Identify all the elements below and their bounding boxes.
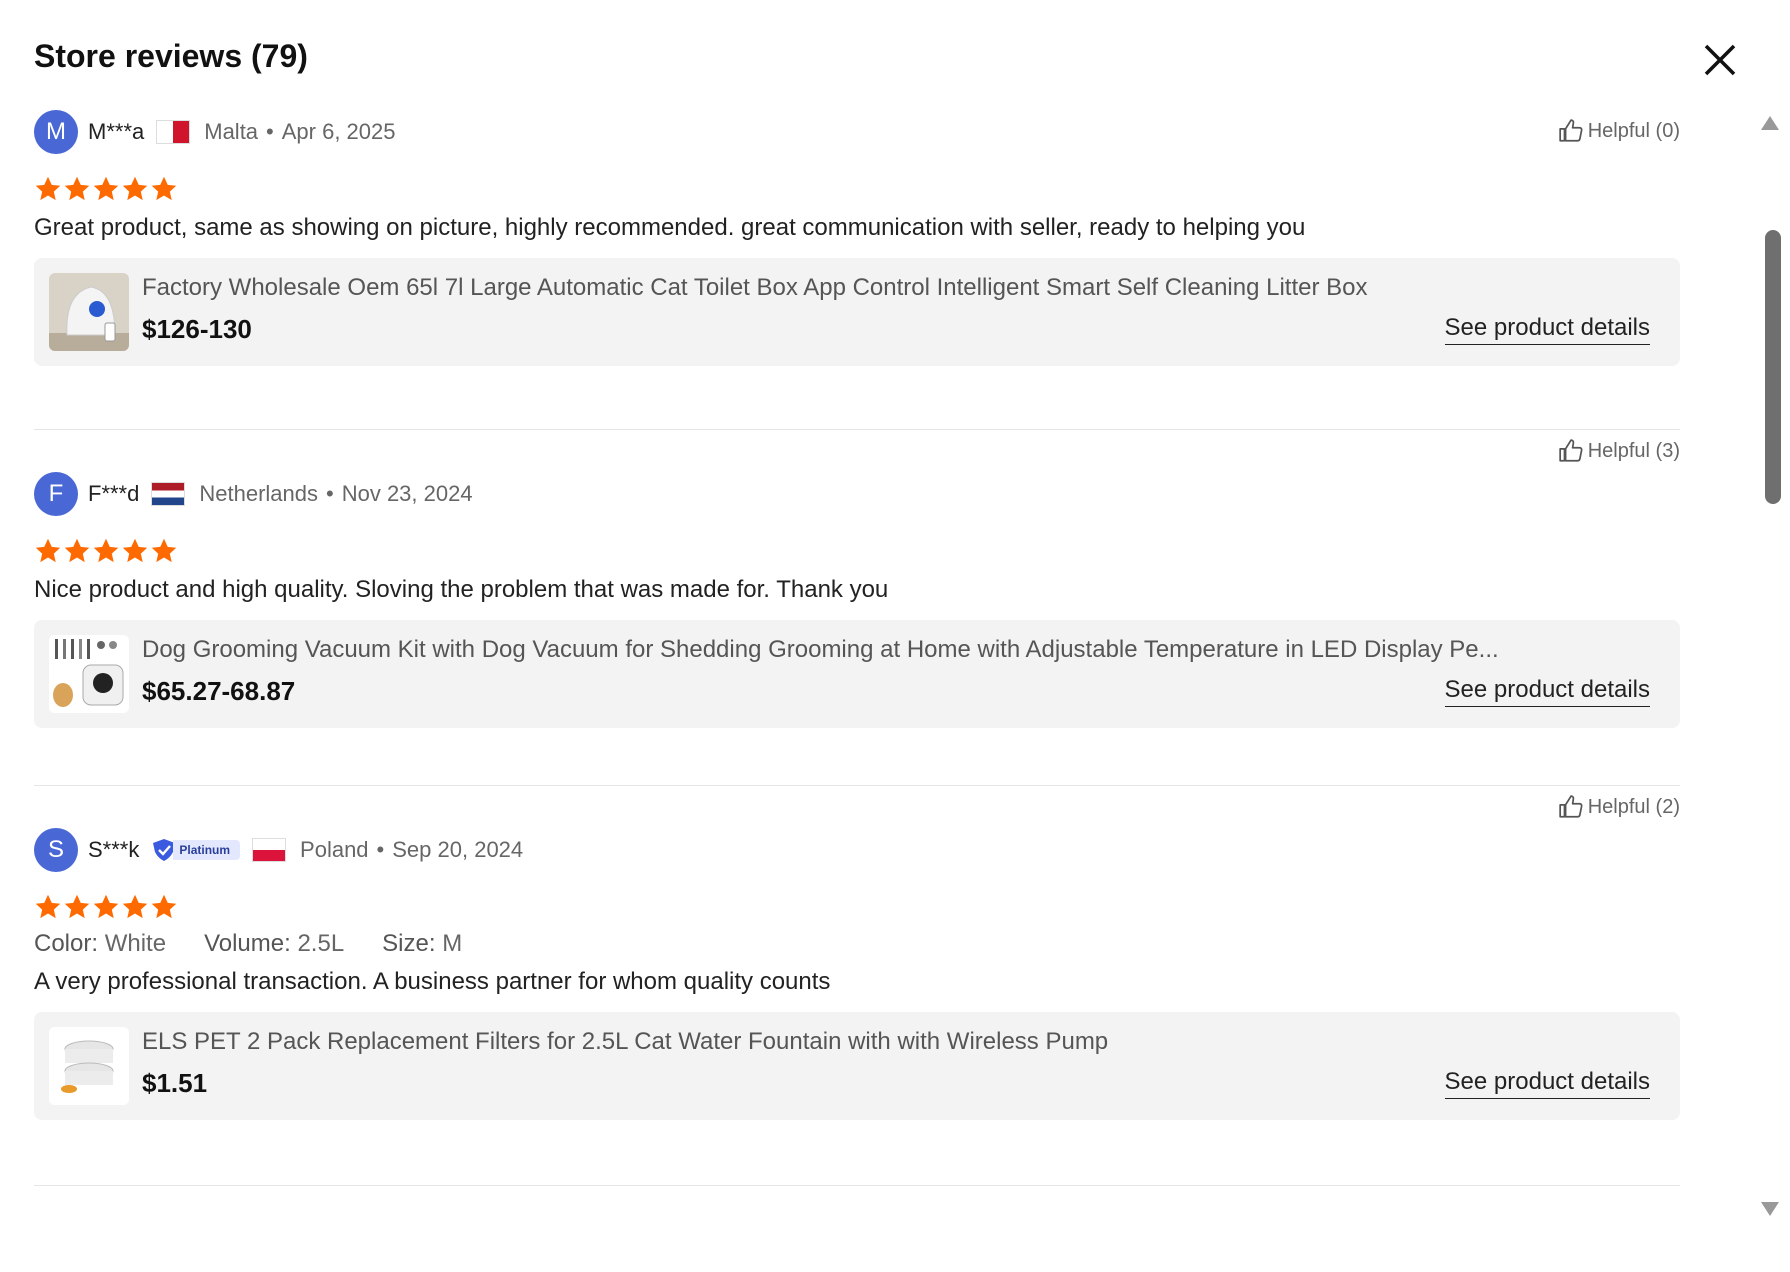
helpful-button[interactable]: Helpful (0) [1558,118,1680,144]
star-icon [35,538,61,563]
review-text: Nice product and high quality. Sloving t… [34,576,889,603]
star-icon [122,894,148,919]
netherlands-flag-icon [151,482,186,506]
product-thumbnail[interactable] [49,1027,129,1105]
star-icon [151,538,177,563]
separator-dot: • [376,837,385,862]
page-title: Store reviews (79) [34,38,308,74]
filter-image [49,1027,129,1105]
grooming-kit-image [49,635,129,713]
review-date: Apr 6, 2025 [281,119,396,144]
star-icon [151,176,177,201]
review-header: S S***k Platinum Poland • Sep 20, 2024 H… [34,795,1680,872]
star-icon [93,176,119,201]
scrollbar-thumb[interactable] [1765,230,1781,504]
star-icon [122,176,148,201]
reviewer-name: S***k [88,837,140,862]
product-thumbnail[interactable] [49,635,129,713]
star-icon [35,894,61,919]
review-item: F F***d Netherlands • Nov 23, 2024 Helpf… [34,430,1680,786]
product-attributes: Color: White Volume: 2.5L Size: M [34,930,1680,958]
star-icon [93,538,119,563]
attribute-color: Color: White [34,930,167,957]
star-icon [64,538,90,563]
helpful-label: Helpful (0) [1587,119,1680,142]
country: Poland [300,837,369,862]
product-card[interactable]: ELS PET 2 Pack Replacement Filters for 2… [34,1012,1680,1120]
review-item: M M***a Malta • Apr 6, 2025 Helpful (0) … [34,110,1680,430]
review-header: F F***d Netherlands • Nov 23, 2024 Helpf… [34,439,1680,516]
review-text: Great product, same as showing on pictur… [34,214,1306,241]
badge-label: Platinum [173,840,241,860]
scrollbar[interactable] [1758,116,1782,1216]
helpful-button[interactable]: Helpful (2) [1558,794,1680,820]
scroll-up-arrow-icon[interactable] [1761,116,1779,130]
country: Malta [204,119,259,144]
star-icon [151,894,177,919]
star-icon [64,176,90,201]
product-title[interactable]: Factory Wholesale Oem 65l 7l Large Autom… [142,274,1650,302]
attribute-volume: Volume: 2.5L [204,930,345,957]
star-rating [34,174,1680,204]
review-header: M M***a Malta • Apr 6, 2025 Helpful (0) [34,110,1680,154]
see-product-details-link[interactable]: See product details [1444,1068,1650,1099]
thumbs-up-icon [1559,795,1583,818]
review-date: Nov 23, 2024 [341,481,473,506]
poland-flag-icon [252,838,287,862]
helpful-label: Helpful (2) [1587,795,1680,818]
helpful-button[interactable]: Helpful (3) [1558,438,1680,464]
review-list: M M***a Malta • Apr 6, 2025 Helpful (0) … [34,110,1680,1186]
product-card[interactable]: Dog Grooming Vacuum Kit with Dog Vacuum … [34,620,1680,728]
product-card[interactable]: Factory Wholesale Oem 65l 7l Large Autom… [34,258,1680,366]
star-rating [34,892,1680,922]
review-date: Sep 20, 2024 [392,837,524,862]
product-title[interactable]: ELS PET 2 Pack Replacement Filters for 2… [142,1028,1650,1056]
attribute-size: Size: M [382,930,463,957]
product-price: $1.51 [142,1068,208,1098]
scroll-down-arrow-icon[interactable] [1761,1202,1779,1216]
avatar: F [34,472,78,516]
platinum-badge: Platinum [151,838,241,862]
avatar: S [34,828,78,872]
product-thumbnail[interactable] [49,273,129,351]
country: Netherlands [199,481,318,506]
litter-box-image [49,273,129,351]
review-text: A very professional transaction. A busin… [34,968,831,995]
avatar: M [34,110,78,154]
helpful-label: Helpful (3) [1587,439,1680,462]
review-item: S S***k Platinum Poland • Sep 20, 2024 H… [34,786,1680,1186]
close-button[interactable] [1700,40,1740,80]
see-product-details-link[interactable]: See product details [1444,314,1650,345]
see-product-details-link[interactable]: See product details [1444,676,1650,707]
separator-dot: • [326,481,334,506]
star-icon [93,894,119,919]
product-price: $126-130 [142,314,252,344]
thumbs-up-icon [1559,119,1583,142]
reviewer-name: F***d [88,481,140,506]
malta-flag-icon [156,120,191,144]
product-title[interactable]: Dog Grooming Vacuum Kit with Dog Vacuum … [142,636,1650,664]
star-icon [35,176,61,201]
star-icon [122,538,148,563]
thumbs-up-icon [1559,439,1583,462]
separator-dot: • [266,119,274,144]
star-icon [64,894,90,919]
reviewer-name: M***a [88,119,145,144]
product-price: $65.27-68.87 [142,676,296,706]
star-rating [34,536,1680,566]
close-icon [1704,44,1736,76]
